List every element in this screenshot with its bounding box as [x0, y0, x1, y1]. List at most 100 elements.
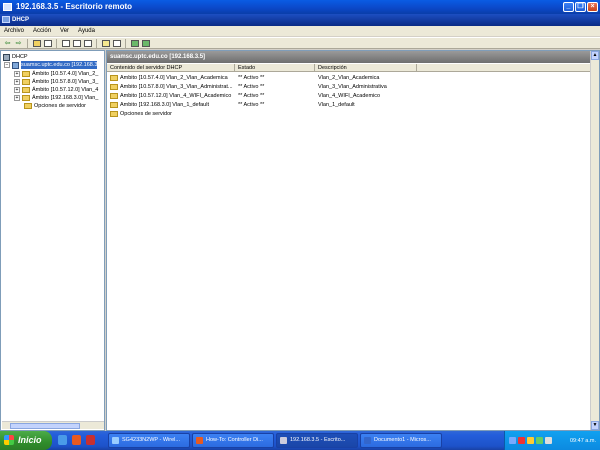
toolbar-separator [96, 38, 97, 48]
toolbar-separator [125, 38, 126, 48]
item-status: ** Activo ** [238, 101, 265, 108]
item-name: Ámbito [10.57.8.0] Vlan_3_Vlan_Administr… [120, 83, 233, 90]
list-item[interactable]: Opciones de servidor [107, 109, 599, 118]
back-arrow-icon[interactable]: ⇦ [3, 39, 12, 48]
folder-icon [110, 83, 118, 90]
start-button[interactable]: Inicio [0, 431, 52, 450]
mmc-window-titlebar[interactable]: DHCP [0, 14, 600, 26]
help-icon[interactable] [101, 39, 110, 48]
action-pane-icon[interactable] [112, 39, 121, 48]
expand-icon[interactable]: + [14, 79, 20, 85]
list-item[interactable]: Ámbito [10.57.12.0] Vlan_4_WIFI_Academic… [107, 91, 599, 100]
network-icon[interactable] [141, 39, 150, 48]
toolbar-separator [56, 38, 57, 48]
taskbar-item-label: Documento1 - Micros... [374, 437, 431, 443]
taskbar-item-word[interactable]: Documento1 - Micros... [360, 433, 442, 448]
tree-server-options[interactable]: Opciones de servidor [24, 102, 86, 110]
collapse-icon[interactable]: − [4, 62, 10, 68]
tray-shield-icon[interactable] [527, 437, 534, 444]
item-description: Vlan_4_WIFI_Academico [318, 92, 381, 99]
scrollbar-thumb[interactable] [10, 423, 80, 429]
tree-scope-item[interactable]: + Ámbito [10.57.8.0] Vlan_3_ [14, 78, 98, 86]
remote-desktop-icon [3, 3, 12, 11]
tree-scope-item[interactable]: + Ámbito [10.57.12.0] Vlan_4 [14, 86, 98, 94]
restore-button[interactable]: ❐ [575, 2, 586, 12]
tree-scope-item[interactable]: + Ámbito [192.168.3.0] Vlan_ [14, 94, 98, 102]
tree-item-label: Ámbito [10.57.4.0] Vlan_2_ [32, 71, 99, 77]
menu-ayuda[interactable]: Ayuda [78, 26, 95, 36]
menu-bar: Archivo Acción Ver Ayuda [0, 26, 600, 36]
tree-scope-item[interactable]: + Ámbito [10.57.4.0] Vlan_2_ [14, 70, 98, 78]
scroll-down-icon[interactable]: ▼ [591, 421, 599, 430]
media-icon[interactable] [86, 435, 95, 445]
tray-app-icon[interactable] [536, 437, 543, 444]
tree-root-dhcp[interactable]: DHCP [3, 53, 28, 61]
properties-icon[interactable] [61, 39, 70, 48]
list-item[interactable]: Ámbito [192.168.3.0] Vlan_1_default ** A… [107, 100, 599, 109]
tray-security-icon[interactable] [518, 437, 525, 444]
scroll-up-icon[interactable]: ▲ [591, 51, 599, 60]
menu-archivo[interactable]: Archivo [4, 26, 24, 36]
tray-volume-icon[interactable] [545, 437, 552, 444]
column-header-contenido[interactable]: Contenido del servidor DHCP [107, 64, 235, 72]
list-item[interactable]: Ámbito [10.57.8.0] Vlan_3_Vlan_Administr… [107, 82, 599, 91]
menu-ver[interactable]: Ver [60, 26, 69, 36]
list-item[interactable]: Ámbito [10.57.4.0] Vlan_2_Vlan_Academica… [107, 73, 599, 82]
word-icon [364, 437, 371, 444]
item-description: Vlan_3_Vlan_Administrativa [318, 83, 387, 90]
dhcp-icon [3, 53, 10, 61]
column-header-estado[interactable]: Estado [235, 64, 315, 72]
console-tree[interactable]: DHCP − suamsc.uptc.edu.co [192.168.3 + Á… [0, 50, 105, 431]
folder-icon [110, 110, 118, 117]
column-header-descripcion[interactable]: Descripción [315, 64, 417, 72]
tree-server-node[interactable]: − suamsc.uptc.edu.co [192.168.3 [4, 61, 98, 69]
export-list-icon[interactable] [83, 39, 92, 48]
tree-item-label: Ámbito [10.57.8.0] Vlan_3_ [32, 79, 99, 85]
item-name: Ámbito [10.57.4.0] Vlan_2_Vlan_Academica [120, 74, 228, 81]
tree-root-label: DHCP [12, 54, 28, 60]
clock[interactable]: 09:47 a.m. [570, 438, 596, 444]
results-vertical-scrollbar[interactable]: ▲ ▼ [590, 51, 599, 430]
system-tray: 09:47 a.m. [504, 431, 600, 450]
menu-accion[interactable]: Acción [33, 26, 51, 36]
taskbar: Inicio SG4233N2WP - Wirel... How-To: Con… [0, 431, 600, 450]
folder-icon [22, 95, 30, 101]
folder-icon [110, 74, 118, 81]
ie-icon[interactable] [58, 435, 67, 445]
taskbar-item-label: 192.168.3.5 - Escrito... [290, 437, 346, 443]
column-headers: Contenido del servidor DHCP Estado Descr… [107, 64, 599, 72]
minimize-button[interactable]: _ [563, 2, 574, 12]
folder-icon [22, 79, 30, 85]
tree-item-label: Opciones de servidor [34, 103, 86, 109]
server-icon[interactable] [130, 39, 139, 48]
taskbar-item-remote-desktop[interactable]: 192.168.3.5 - Escrito... [276, 433, 358, 448]
folder-icon [110, 101, 118, 108]
show-hide-tree-icon[interactable] [43, 39, 52, 48]
toolbar: ⇦ ⇨ [0, 37, 600, 49]
expand-icon[interactable]: + [14, 95, 20, 101]
tree-item-label: Ámbito [10.57.12.0] Vlan_4 [32, 87, 99, 93]
tray-network-icon[interactable] [509, 437, 516, 444]
forward-arrow-icon[interactable]: ⇨ [14, 39, 23, 48]
expand-icon[interactable]: + [14, 87, 20, 93]
taskbar-item-wireless[interactable]: SG4233N2WP - Wirel... [108, 433, 190, 448]
taskbar-item-howto[interactable]: How-To: Controller Di... [192, 433, 274, 448]
item-status: ** Activo ** [238, 83, 265, 90]
window-icon [112, 437, 119, 444]
item-description: Vlan_1_default [318, 101, 355, 108]
close-button[interactable]: × [587, 2, 598, 12]
firefox-icon [196, 437, 203, 444]
tree-horizontal-scrollbar[interactable] [2, 421, 104, 429]
refresh-icon[interactable] [72, 39, 81, 48]
rdp-window-titlebar[interactable]: 192.168.3.5 - Escritorio remoto _ ❐ × [0, 0, 600, 14]
item-description: Vlan_2_Vlan_Academica [318, 74, 380, 81]
toolbar-separator [27, 38, 28, 48]
expand-icon[interactable]: + [14, 71, 20, 77]
remote-desktop-icon [280, 437, 287, 444]
firefox-icon[interactable] [72, 435, 81, 445]
taskbar-item-label: SG4233N2WP - Wirel... [122, 437, 180, 443]
results-list: Ámbito [10.57.4.0] Vlan_2_Vlan_Academica… [107, 73, 599, 118]
start-label: Inicio [18, 435, 42, 445]
folder-icon [24, 103, 32, 109]
up-folder-icon[interactable] [32, 39, 41, 48]
